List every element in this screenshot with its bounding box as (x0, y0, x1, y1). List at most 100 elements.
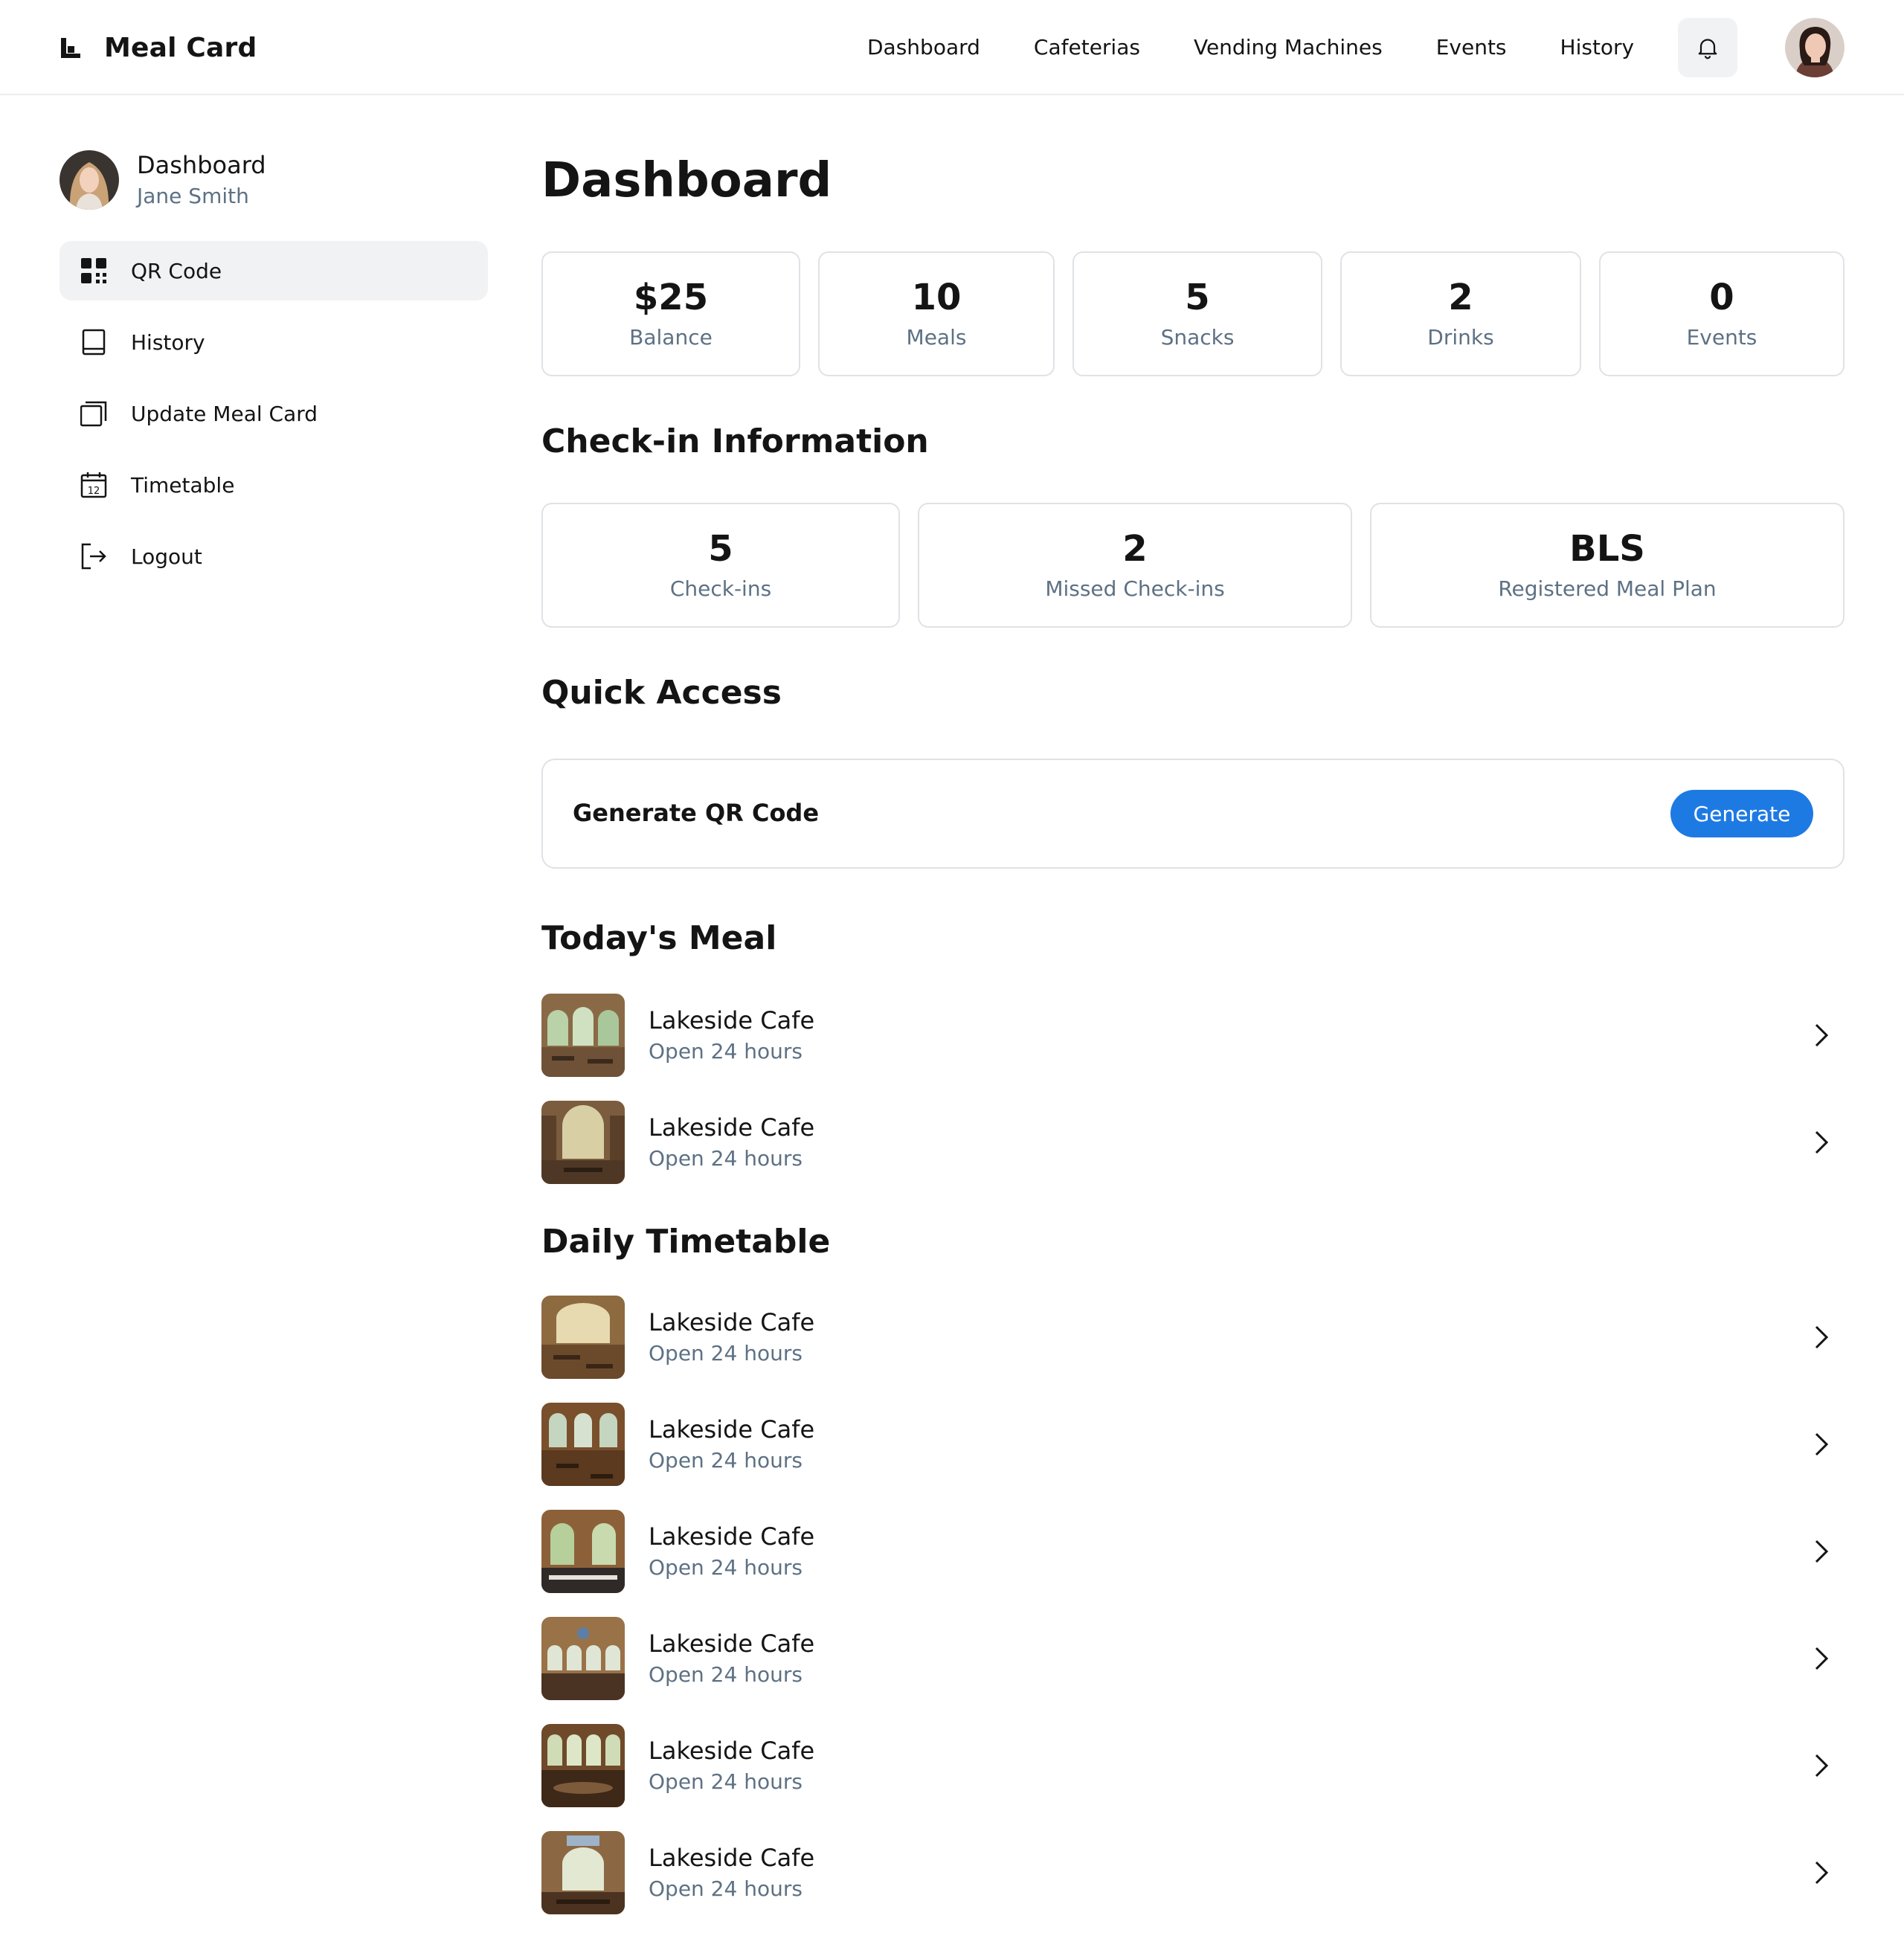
page-title: Dashboard (541, 153, 832, 208)
sidebar-item-update-meal-card[interactable]: Update Meal Card (60, 384, 488, 443)
cafe-name: Lakeside Cafe (649, 1308, 815, 1336)
sidebar-item-label: Update Meal Card (131, 401, 318, 426)
chevron-right-icon (1815, 1432, 1829, 1456)
brand[interactable]: Meal Card (60, 28, 257, 67)
stat-value: 10 (911, 277, 962, 318)
list-item[interactable]: Lakeside Cafe Open 24 hours (541, 1831, 1844, 1914)
nav-dashboard[interactable]: Dashboard (867, 31, 980, 64)
main-content: Dashboard $25 Balance 10 Meals 5 Snacks … (541, 146, 1844, 1914)
stat-events: 0 Events (1599, 251, 1844, 376)
qr-code-icon (80, 257, 107, 284)
top-bar: Meal Card Dashboard Cafeterias Vending M… (0, 0, 1904, 95)
sidebar-item-label: Logout (131, 544, 202, 569)
list-item[interactable]: Lakeside Cafe Open 24 hours (541, 1510, 1844, 1593)
quick-access-title: Quick Access (541, 674, 782, 712)
list-item[interactable]: Lakeside Cafe Open 24 hours (541, 1617, 1844, 1700)
stat-missed-check-ins: 2 Missed Check-ins (918, 503, 1352, 628)
nav-events[interactable]: Events (1436, 31, 1507, 64)
sidebar-item-history[interactable]: History (60, 312, 488, 372)
user-avatar[interactable] (1785, 18, 1844, 77)
cafe-thumbnail (541, 1101, 625, 1184)
stat-meals: 10 Meals (818, 251, 1055, 376)
stat-value: 5 (708, 528, 733, 570)
svg-text:12: 12 (88, 486, 100, 497)
cafe-thumbnail (541, 1724, 625, 1807)
stat-label: Registered Meal Plan (1498, 576, 1717, 601)
cafe-hours: Open 24 hours (649, 1876, 803, 1901)
sidebar-item-logout[interactable]: Logout (60, 527, 488, 586)
cafe-thumbnail (541, 1296, 625, 1379)
cafe-thumbnail (541, 994, 625, 1077)
cafe-hours: Open 24 hours (649, 1146, 803, 1171)
stat-label: Balance (629, 325, 713, 350)
quick-access-card: Generate QR Code Generate (541, 759, 1844, 869)
sidebar-item-label: History (131, 329, 205, 355)
top-nav: Dashboard Cafeterias Vending Machines Ev… (867, 31, 1634, 64)
avatar (60, 150, 119, 210)
stat-value: 2 (1448, 277, 1473, 318)
list-item[interactable]: Lakeside Cafe Open 24 hours (541, 1724, 1844, 1807)
stat-meal-plan: BLS Registered Meal Plan (1370, 503, 1844, 628)
list-item[interactable]: Lakeside Cafe Open 24 hours (541, 1296, 1844, 1379)
profile-summary: Dashboard Jane Smith (60, 149, 488, 211)
chevron-right-icon (1815, 1861, 1829, 1885)
nav-vending-machines[interactable]: Vending Machines (1194, 31, 1383, 64)
stat-label: Meals (906, 325, 967, 350)
stat-snacks: 5 Snacks (1072, 251, 1322, 376)
nav-cafeterias[interactable]: Cafeterias (1034, 31, 1140, 64)
profile-name: Jane Smith (137, 184, 249, 208)
cafe-hours: Open 24 hours (649, 1769, 803, 1794)
stat-value: 5 (1185, 277, 1210, 318)
cafe-name: Lakeside Cafe (649, 1844, 815, 1872)
cards-icon (80, 400, 107, 427)
sidebar-item-label: Timetable (131, 472, 235, 498)
stat-value: 0 (1709, 277, 1734, 318)
stat-drinks: 2 Drinks (1340, 251, 1581, 376)
cafe-name: Lakeside Cafe (649, 1630, 815, 1658)
todays-meal-title: Today's Meal (541, 919, 777, 957)
chevron-right-icon (1815, 1023, 1829, 1047)
cafe-thumbnail (541, 1831, 625, 1914)
stat-value: 2 (1122, 528, 1148, 570)
cafe-hours: Open 24 hours (649, 1341, 803, 1365)
stat-value: BLS (1569, 528, 1645, 570)
cafe-name: Lakeside Cafe (649, 1522, 815, 1551)
book-icon (80, 329, 107, 356)
list-item[interactable]: Lakeside Cafe Open 24 hours (541, 1403, 1844, 1486)
notifications-button[interactable] (1678, 18, 1737, 77)
cafe-hours: Open 24 hours (649, 1448, 803, 1473)
stat-label: Check-ins (669, 576, 772, 601)
cafe-name: Lakeside Cafe (649, 1113, 815, 1142)
cafe-thumbnail (541, 1510, 625, 1593)
cafe-name: Lakeside Cafe (649, 1737, 815, 1765)
stat-label: Snacks (1160, 325, 1235, 350)
generate-button[interactable]: Generate (1670, 790, 1813, 837)
generate-qr-label: Generate QR Code (573, 799, 820, 827)
cafe-name: Lakeside Cafe (649, 1006, 815, 1035)
nav-history[interactable]: History (1560, 31, 1635, 64)
list-item[interactable]: Lakeside Cafe Open 24 hours (541, 1101, 1844, 1184)
bell-icon (1698, 39, 1717, 59)
calendar-icon: 12 (80, 472, 107, 498)
daily-timetable-title: Daily Timetable (541, 1223, 831, 1261)
cafe-thumbnail (541, 1617, 625, 1700)
stat-balance: $25 Balance (541, 251, 800, 376)
logout-icon (80, 543, 107, 570)
sidebar-item-qr-code[interactable]: QR Code (60, 241, 488, 300)
list-item[interactable]: Lakeside Cafe Open 24 hours (541, 994, 1844, 1077)
stat-value: $25 (633, 277, 709, 318)
sidebar: Dashboard Jane Smith QR Code History Upd… (60, 149, 488, 598)
cafe-name: Lakeside Cafe (649, 1415, 815, 1444)
stat-label: Drinks (1427, 325, 1494, 350)
cafe-hours: Open 24 hours (649, 1039, 803, 1064)
profile-title: Dashboard (137, 151, 266, 179)
logo-icon (61, 38, 80, 58)
sidebar-item-timetable[interactable]: 12 Timetable (60, 455, 488, 515)
chevron-right-icon (1815, 1647, 1829, 1670)
cafe-hours: Open 24 hours (649, 1555, 803, 1580)
checkin-title: Check-in Information (541, 422, 929, 460)
stat-check-ins: 5 Check-ins (541, 503, 900, 628)
sidebar-item-label: QR Code (131, 258, 222, 283)
stat-label: Events (1686, 325, 1757, 350)
chevron-right-icon (1815, 1754, 1829, 1778)
